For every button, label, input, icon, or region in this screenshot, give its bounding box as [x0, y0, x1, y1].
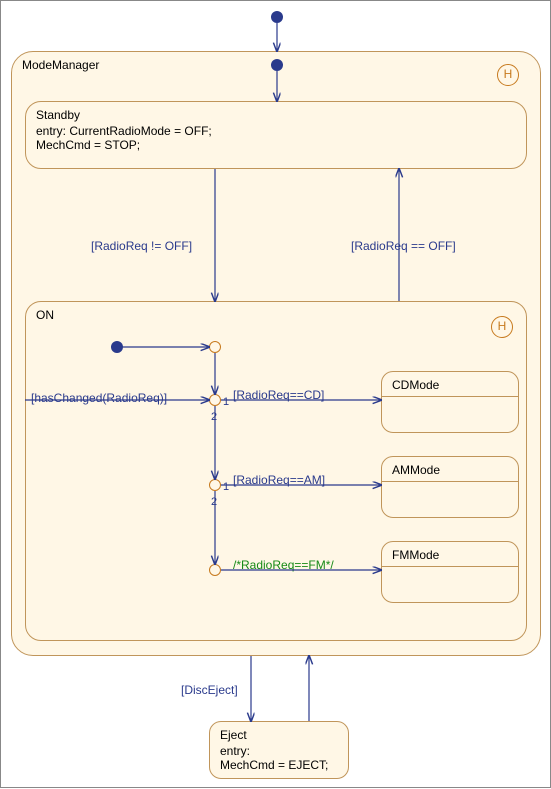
junction-3: [209, 564, 221, 576]
initial-modemanager: [271, 59, 283, 71]
junction-2: [209, 479, 221, 491]
eject-entry-line1: entry:: [220, 744, 250, 758]
state-fmmode-title: FMMode: [382, 542, 518, 564]
priority-j2-2: 2: [211, 496, 217, 508]
junction-entry: [209, 341, 221, 353]
initial-on: [111, 341, 123, 353]
label-haschanged: [hasChanged(RadioReq)]: [31, 391, 167, 405]
label-radioreq-off: [RadioReq == OFF]: [351, 239, 456, 253]
state-cdmode-title: CDMode: [382, 372, 518, 394]
state-ammode-title: AMMode: [382, 457, 518, 479]
priority-j1-2: 2: [211, 411, 217, 423]
label-disceject: [DiscEject]: [181, 683, 238, 697]
label-radioreq-fm: /*RadioReq==FM*/: [233, 558, 334, 572]
history-on: H: [491, 316, 513, 338]
standby-entry-line2: MechCmd = STOP;: [36, 138, 140, 152]
state-eject: Eject entry: MechCmd = EJECT;: [209, 721, 349, 779]
state-on-title: ON: [26, 302, 526, 324]
standby-entry-line1: entry: CurrentRadioMode = OFF;: [36, 124, 212, 138]
history-modemanager: H: [497, 64, 519, 86]
initial-toplevel: [271, 11, 283, 23]
state-ammode: AMMode: [381, 456, 519, 518]
priority-j2-1: 1: [223, 481, 229, 493]
state-standby-title: Standby: [26, 102, 526, 124]
state-eject-body: entry: MechCmd = EJECT;: [210, 744, 348, 778]
junction-1: [209, 394, 221, 406]
state-standby: Standby entry: CurrentRadioMode = OFF; M…: [25, 101, 527, 169]
eject-entry-line2: MechCmd = EJECT;: [220, 758, 328, 772]
state-eject-title: Eject: [210, 722, 348, 744]
priority-j1-1: 1: [223, 396, 229, 408]
label-radioreq-am: [RadioReq==AM]: [233, 473, 325, 487]
label-radioreq-cd: [RadioReq==CD]: [233, 388, 324, 402]
label-radioreq-not-off: [RadioReq != OFF]: [91, 239, 192, 253]
state-standby-body: entry: CurrentRadioMode = OFF; MechCmd =…: [26, 124, 526, 158]
state-fmmode: FMMode: [381, 541, 519, 603]
state-cdmode: CDMode: [381, 371, 519, 433]
